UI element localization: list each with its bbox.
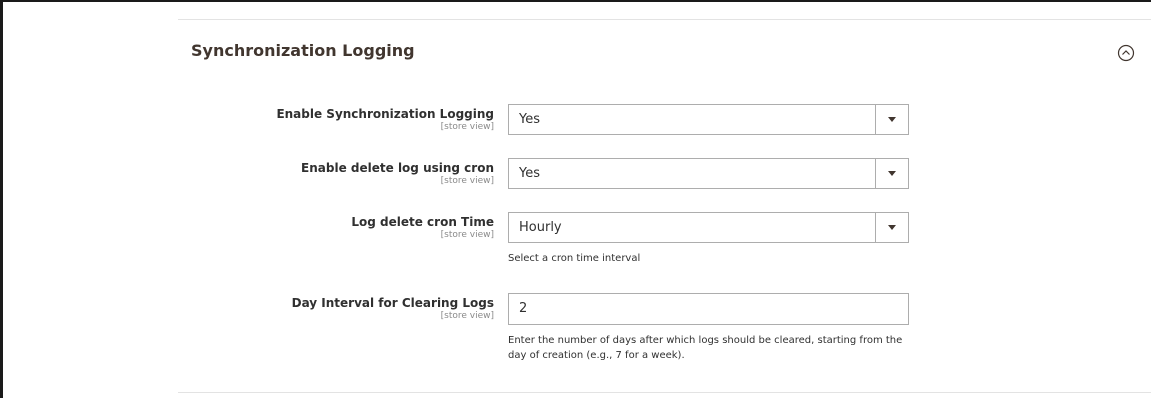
enable-sync-logging-select[interactable]: Yes [508, 104, 909, 135]
select-toggle-button[interactable] [875, 105, 908, 134]
select-value: Yes [519, 112, 540, 127]
select-value: Hourly [519, 220, 562, 235]
day-interval-input[interactable]: 2 [508, 293, 909, 325]
field-label-group: Day Interval for Clearing Logs [store vi… [174, 296, 494, 321]
select-toggle-button[interactable] [875, 213, 908, 242]
scope-label: [store view] [440, 122, 494, 132]
triangle-down-icon [888, 225, 896, 230]
field-label-group: Log delete cron Time [store view] [174, 215, 494, 240]
enable-delete-log-cron-select[interactable]: Yes [508, 158, 909, 189]
section-title[interactable]: Synchronization Logging [191, 41, 415, 60]
scope-label: [store view] [440, 230, 494, 240]
scope-label: [store view] [440, 176, 494, 186]
scope-label: [store view] [440, 311, 494, 321]
triangle-down-icon [888, 171, 896, 176]
field-label-group: Enable delete log using cron [store view… [174, 161, 494, 186]
field-label: Enable Synchronization Logging [276, 107, 494, 121]
select-value: Yes [519, 166, 540, 181]
window-frame-top [0, 0, 1151, 2]
window-frame-left [0, 0, 3, 398]
input-value: 2 [519, 301, 528, 316]
field-label: Log delete cron Time [351, 215, 494, 229]
field-label: Enable delete log using cron [301, 161, 494, 175]
triangle-down-icon [888, 117, 896, 122]
field-note: Enter the number of days after which log… [508, 335, 903, 361]
select-toggle-button[interactable] [875, 159, 908, 188]
synchronization-logging-section: Synchronization Logging Enable Synchroni… [178, 19, 1151, 393]
field-label: Day Interval for Clearing Logs [291, 296, 494, 310]
chevron-up-circle-icon[interactable] [1117, 44, 1135, 62]
log-delete-cron-time-select[interactable]: Hourly [508, 212, 909, 243]
field-note: Select a cron time interval [508, 253, 641, 264]
field-label-group: Enable Synchronization Logging [store vi… [174, 107, 494, 132]
